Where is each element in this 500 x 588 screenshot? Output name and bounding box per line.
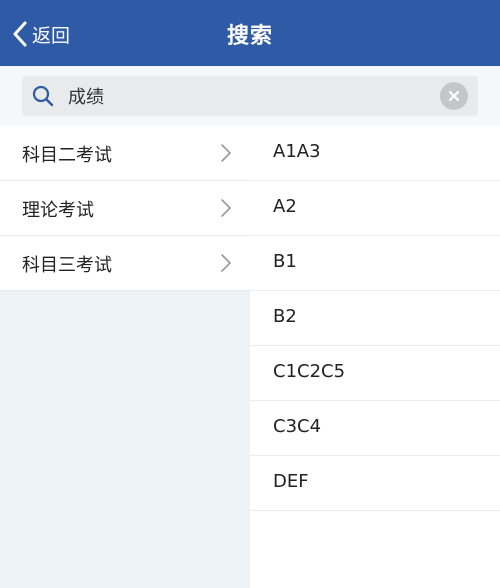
list-item-label: B2 (273, 306, 297, 327)
search-input[interactable] (68, 76, 428, 116)
category-label: 科目二考试 (22, 145, 112, 166)
search-box (22, 76, 478, 116)
result-list: A1A3 A2 B1 B2 C1C2C5 C3C4 DEF (250, 126, 500, 588)
header-bar: 返回 搜索 (0, 0, 500, 66)
search-icon (32, 85, 54, 111)
category-label: 科目三考试 (22, 255, 112, 276)
list-item[interactable]: C1C2C5 (250, 346, 500, 401)
category-item-theory[interactable]: 理论考试 (0, 181, 250, 236)
list-item-label: C1C2C5 (273, 361, 346, 382)
list-item[interactable]: B2 (250, 291, 500, 346)
list-item[interactable]: A2 (250, 181, 500, 236)
list-item-label: A2 (273, 196, 297, 217)
search-area (0, 66, 500, 126)
list-item-label: A1A3 (273, 141, 321, 162)
page-title: 搜索 (226, 24, 273, 49)
list-item[interactable]: B1 (250, 236, 500, 291)
category-list: 科目二考试 理论考试 科目三考试 (0, 126, 250, 588)
category-item-kemu2[interactable]: 科目二考试 (0, 126, 250, 181)
list-item-label: DEF (273, 471, 309, 492)
chevron-right-icon (220, 253, 232, 277)
chevron-right-icon (220, 143, 232, 167)
list-item-label: C3C4 (273, 416, 322, 437)
category-item-kemu3[interactable]: 科目三考试 (0, 236, 250, 291)
list-item-label: B1 (273, 251, 297, 272)
clear-button[interactable] (440, 82, 468, 110)
list-item[interactable]: A1A3 (250, 126, 500, 181)
chevron-right-icon (220, 198, 232, 222)
list-item[interactable]: DEF (250, 456, 500, 511)
category-label: 理论考试 (22, 200, 94, 221)
list-item[interactable]: C3C4 (250, 401, 500, 456)
app-screen: 返回 搜索 科目二 (0, 0, 500, 588)
